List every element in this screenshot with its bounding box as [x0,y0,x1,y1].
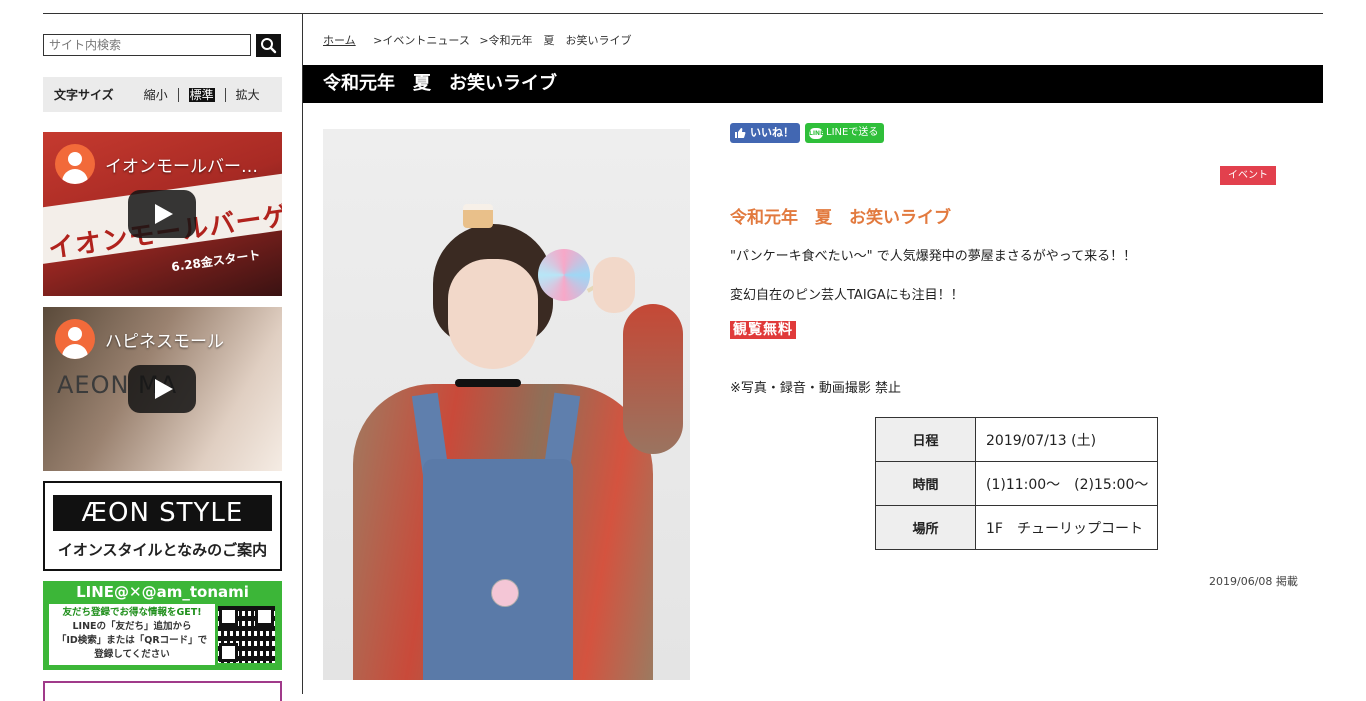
line-banner-line: 登録してください [94,649,170,660]
breadcrumb-item: >令和元年 夏 お笑いライブ [479,34,632,47]
breadcrumb: ホーム >イベントニュース >令和元年 夏 お笑いライブ [323,32,632,48]
video-happiness-mall[interactable]: AEON MA ハピネスモール [43,307,282,471]
font-size-normal-button[interactable]: 標準 [179,86,225,103]
line-banner-text: 友だち登録でお得な情報をGET! LINEの「友だち」追加から 「ID検索」また… [49,604,215,665]
facebook-like-button[interactable]: いいね！ [730,123,800,143]
line-banner-line: 「ID検索」または「QRコード」で [56,635,208,646]
detail-value: 2019/07/13 (土) [975,417,1158,462]
site-search-input[interactable] [43,34,251,56]
social-buttons: いいね！ LINE LINEで送る [730,123,885,143]
detail-label: 日程 [875,417,976,462]
search-icon [261,38,277,54]
event-details-table: 日程 2019/07/13 (土) 時間 (1)11:00〜 (2)15:00〜… [875,417,1158,550]
event-title: 令和元年 夏 お笑いライブ [730,208,951,228]
top-divider [43,13,1323,14]
photo-prohibited-note: ※写真・録音・動画撮影 禁止 [730,381,902,396]
like-label: いいね！ [750,126,794,139]
event-performer-photo [323,129,690,680]
font-size-small-button[interactable]: 縮小 [134,86,178,103]
page-title: 令和元年 夏 お笑いライブ [303,65,1323,103]
aeon-style-banner[interactable]: ÆON STYLE イオンスタイルとなみのご案内 [43,481,282,571]
table-row: 日程 2019/07/13 (土) [875,417,1158,462]
video-title: イオンモールバー… [105,157,258,177]
table-row: 時間 (1)11:00〜 (2)15:00〜 [875,461,1158,506]
video-title: ハピネスモール [105,332,224,352]
detail-value: 1F チューリップコート [975,505,1158,550]
aeon-style-subtitle: イオンスタイルとなみのご案内 [57,541,268,559]
play-button-icon[interactable] [128,365,196,413]
line-send-label: LINEで送る [826,127,879,138]
detail-label: 場所 [875,505,976,550]
video-extra-text: 6.28金スタート [170,247,262,275]
channel-avatar-icon [55,144,95,184]
detail-value: (1)11:00〜 (2)15:00〜 [975,461,1158,506]
video-aeon-bargain[interactable]: イオンモールバーゲン イオンモールバー… 6.28金スタート [43,132,282,296]
breadcrumb-item[interactable]: >イベントニュース [373,34,470,47]
line-banner-heading: LINE@✕@am_tonami [76,583,249,601]
detail-label: 時間 [875,461,976,506]
line-icon: LINE [809,127,825,139]
line-send-button[interactable]: LINE LINEで送る [805,123,885,143]
thumbs-up-icon [735,128,746,138]
font-size-large-button[interactable]: 拡大 [226,86,270,103]
sidebar-divider [302,14,303,694]
line-at-banner[interactable]: LINE@✕@am_tonami 友だち登録でお得な情報をGET! LINEの「… [43,581,282,670]
play-button-icon[interactable] [128,190,196,238]
breadcrumb-home-link[interactable]: ホーム [323,34,356,47]
font-size-control: 文字サイズ 縮小 標準 拡大 [43,77,282,112]
search-button[interactable] [256,34,281,57]
font-size-normal-label: 標準 [188,88,215,102]
event-description: 変幻自在のピン芸人TAIGAにも注目！！ [730,288,964,303]
table-row: 場所 1F チューリップコート [875,505,1158,550]
qr-code-icon [218,606,275,663]
free-admission-badge: 観覧無料 [730,321,796,339]
line-banner-line: LINEの「友だち」追加から [72,621,192,632]
channel-avatar-icon [55,319,95,359]
aeon-style-logo: ÆON STYLE [53,495,272,531]
posted-date: 2019/06/08 掲載 [1209,575,1298,588]
font-size-label: 文字サイズ [54,88,114,102]
event-description: "パンケーキ食べたい〜" で人気爆発中の夢屋まさるがやって来る！！ [730,249,1137,264]
sidebar-banner-partial[interactable] [43,681,282,701]
category-tag[interactable]: イベント [1220,166,1276,185]
line-banner-line: 友だち登録でお得な情報をGET! [62,607,202,618]
